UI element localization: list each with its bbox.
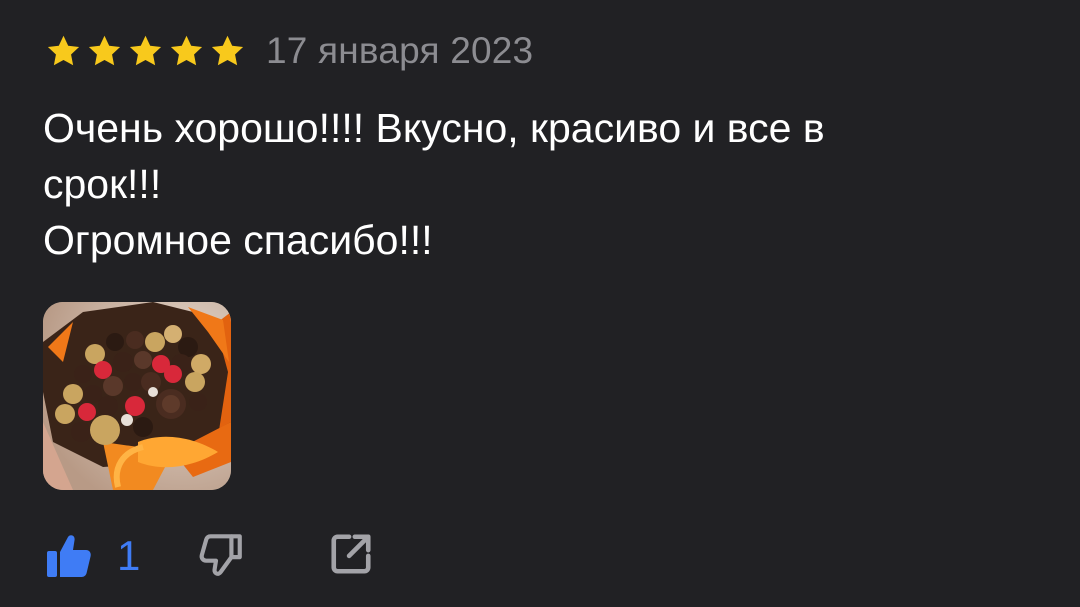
star-rating (45, 33, 250, 70)
review-photo-thumbnail[interactable] (43, 302, 231, 490)
star-icon (88, 35, 121, 65)
thumbs-down-icon (199, 533, 243, 576)
like-count: 1 (117, 532, 141, 579)
star-icon (129, 35, 162, 65)
star-icon (170, 35, 203, 65)
star-icon (211, 35, 244, 65)
review-date: 17 января 2023 (266, 30, 534, 71)
review-text-line: Огромное спасибо!!! (43, 217, 433, 263)
share-button[interactable] (328, 531, 374, 582)
review-actions: 1 (45, 528, 374, 584)
share-icon (331, 533, 371, 574)
bouquet-photo (43, 302, 231, 490)
review-text: Очень хорошо!!!! Вкусно, красиво и все в… (43, 100, 1033, 268)
like-button[interactable]: 1 (45, 532, 140, 580)
review-text-line: Очень хорошо!!!! Вкусно, красиво и все в (43, 105, 825, 151)
dislike-button[interactable] (196, 529, 246, 584)
review-text-line: срок!!! (43, 161, 162, 207)
star-icon (47, 35, 80, 65)
review-card: 17 января 2023 Очень хорошо!!!! Вкусно, … (0, 0, 1080, 607)
thumbs-up-icon (47, 535, 91, 577)
rating-row: 17 января 2023 (45, 28, 533, 74)
